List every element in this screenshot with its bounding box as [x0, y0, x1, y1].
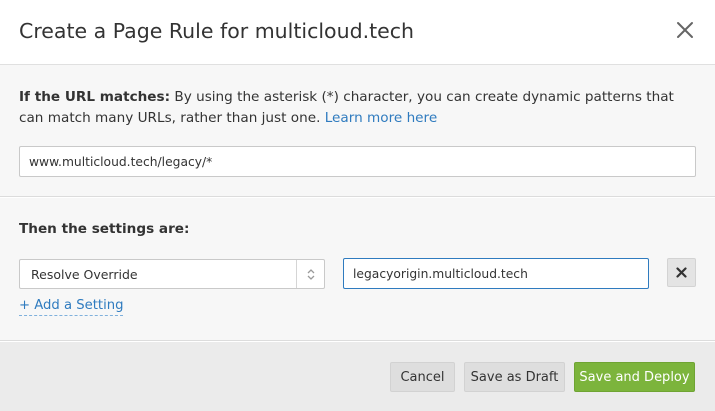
learn-more-link[interactable]: Learn more here	[325, 110, 437, 126]
dialog-title: Create a Page Rule for multicloud.tech	[19, 19, 415, 43]
remove-setting-button[interactable]	[667, 258, 696, 287]
cancel-button[interactable]: Cancel	[390, 362, 455, 392]
setting-type-select[interactable]: Resolve Override	[19, 259, 325, 289]
url-match-description: If the URL matches: By using the asteris…	[19, 87, 699, 129]
updown-chevron-icon	[307, 269, 315, 280]
close-button[interactable]	[673, 18, 697, 42]
url-match-section: If the URL matches: By using the asteris…	[0, 65, 715, 197]
save-draft-button[interactable]: Save as Draft	[464, 362, 565, 392]
x-icon	[676, 267, 687, 278]
dialog-footer: Cancel Save as Draft Save and Deploy	[0, 342, 715, 411]
page-rule-dialog: Create a Page Rule for multicloud.tech I…	[0, 0, 715, 411]
url-match-label: If the URL matches:	[19, 89, 171, 105]
dialog-header: Create a Page Rule for multicloud.tech	[0, 0, 715, 65]
add-setting-link[interactable]: + Add a Setting	[19, 298, 124, 316]
close-icon	[677, 22, 693, 38]
url-pattern-input[interactable]	[19, 146, 696, 177]
settings-section: Then the settings are: Resolve Override …	[0, 198, 715, 341]
select-arrows	[296, 260, 324, 288]
save-deploy-button[interactable]: Save and Deploy	[574, 362, 695, 392]
setting-value-input[interactable]	[343, 258, 649, 289]
settings-title: Then the settings are:	[19, 221, 190, 237]
setting-type-value: Resolve Override	[31, 267, 138, 282]
